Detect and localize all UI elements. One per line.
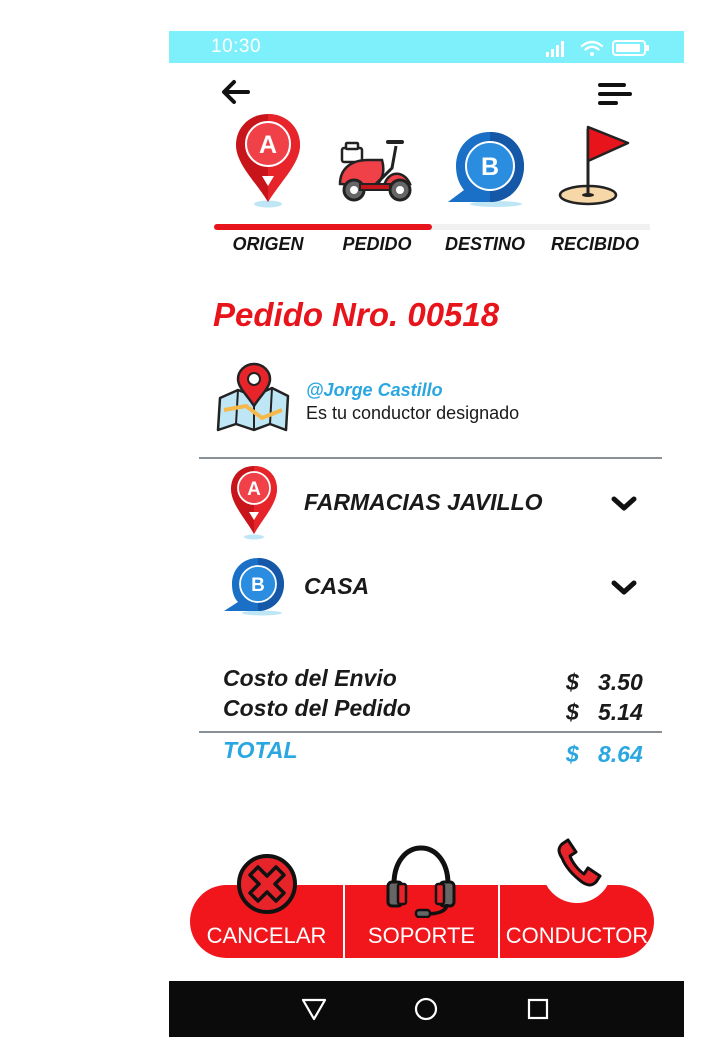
- flag-icon: [558, 125, 630, 206]
- status-icons: [546, 40, 649, 57]
- currency-sign: $: [566, 699, 579, 725]
- scooter-icon: [338, 140, 412, 202]
- svg-text:B: B: [251, 575, 265, 596]
- order-cost-label: Costo del Pedido: [223, 695, 411, 721]
- progress-track: [214, 224, 650, 230]
- svg-text:B: B: [481, 153, 499, 181]
- pin-b-icon: B: [224, 558, 284, 616]
- pin-b-icon: B: [448, 132, 524, 207]
- destination-label: CASA: [304, 573, 370, 599]
- driver-name[interactable]: @Jorge Castillo: [306, 380, 443, 401]
- arrow-left-icon[interactable]: [220, 78, 252, 106]
- shipping-cost-value: 3.50: [598, 669, 643, 695]
- system-nav-bar: [169, 981, 684, 1037]
- progress-fill: [214, 224, 432, 230]
- nav-back-icon[interactable]: [299, 995, 329, 1023]
- pin-a-icon: A: [231, 466, 277, 540]
- wifi-icon: [580, 40, 604, 56]
- currency-sign: $: [566, 741, 579, 767]
- total-label: TOTAL: [223, 737, 298, 763]
- nav-home-icon[interactable]: [411, 995, 441, 1023]
- origin-label: FARMACIAS JAVILLO: [304, 489, 543, 515]
- call-driver-button-label: CONDUCTOR: [505, 923, 649, 948]
- cancel-button-label: CANCELAR: [206, 923, 327, 948]
- order-title: Pedido Nro. 00518: [213, 296, 500, 333]
- cancel-x-icon[interactable]: [236, 853, 298, 915]
- step-label-recibido[interactable]: RECIBIDO: [541, 234, 649, 255]
- currency-sign: $: [566, 669, 579, 695]
- status-time: 10:30: [211, 36, 262, 57]
- map-pin-icon: [216, 362, 290, 432]
- order-cost-value: 5.14: [598, 699, 643, 725]
- nav-recent-apps-icon[interactable]: [523, 995, 553, 1023]
- menu-icon[interactable]: [596, 80, 632, 108]
- signal-icon: [546, 41, 564, 57]
- driver-subtitle: Es tu conductor designado: [306, 403, 520, 423]
- chevron-down-icon[interactable]: [610, 578, 638, 598]
- pin-a-icon: A: [236, 114, 300, 208]
- step-label-origen[interactable]: ORIGEN: [214, 234, 322, 255]
- phone-icon[interactable]: [540, 828, 614, 912]
- total-value: 8.64: [598, 741, 643, 767]
- divider: [199, 457, 662, 459]
- headset-icon[interactable]: [384, 844, 458, 918]
- chevron-down-icon[interactable]: [610, 494, 638, 514]
- shipping-cost-label: Costo del Envio: [223, 665, 397, 691]
- battery-icon: [612, 40, 649, 56]
- step-label-pedido[interactable]: PEDIDO: [323, 234, 431, 255]
- svg-text:A: A: [247, 479, 261, 500]
- status-bar: 10:30: [169, 31, 684, 63]
- svg-text:A: A: [259, 131, 277, 159]
- step-label-destino[interactable]: DESTINO: [431, 234, 539, 255]
- divider: [199, 731, 662, 733]
- support-button-label: SOPORTE: [367, 923, 476, 948]
